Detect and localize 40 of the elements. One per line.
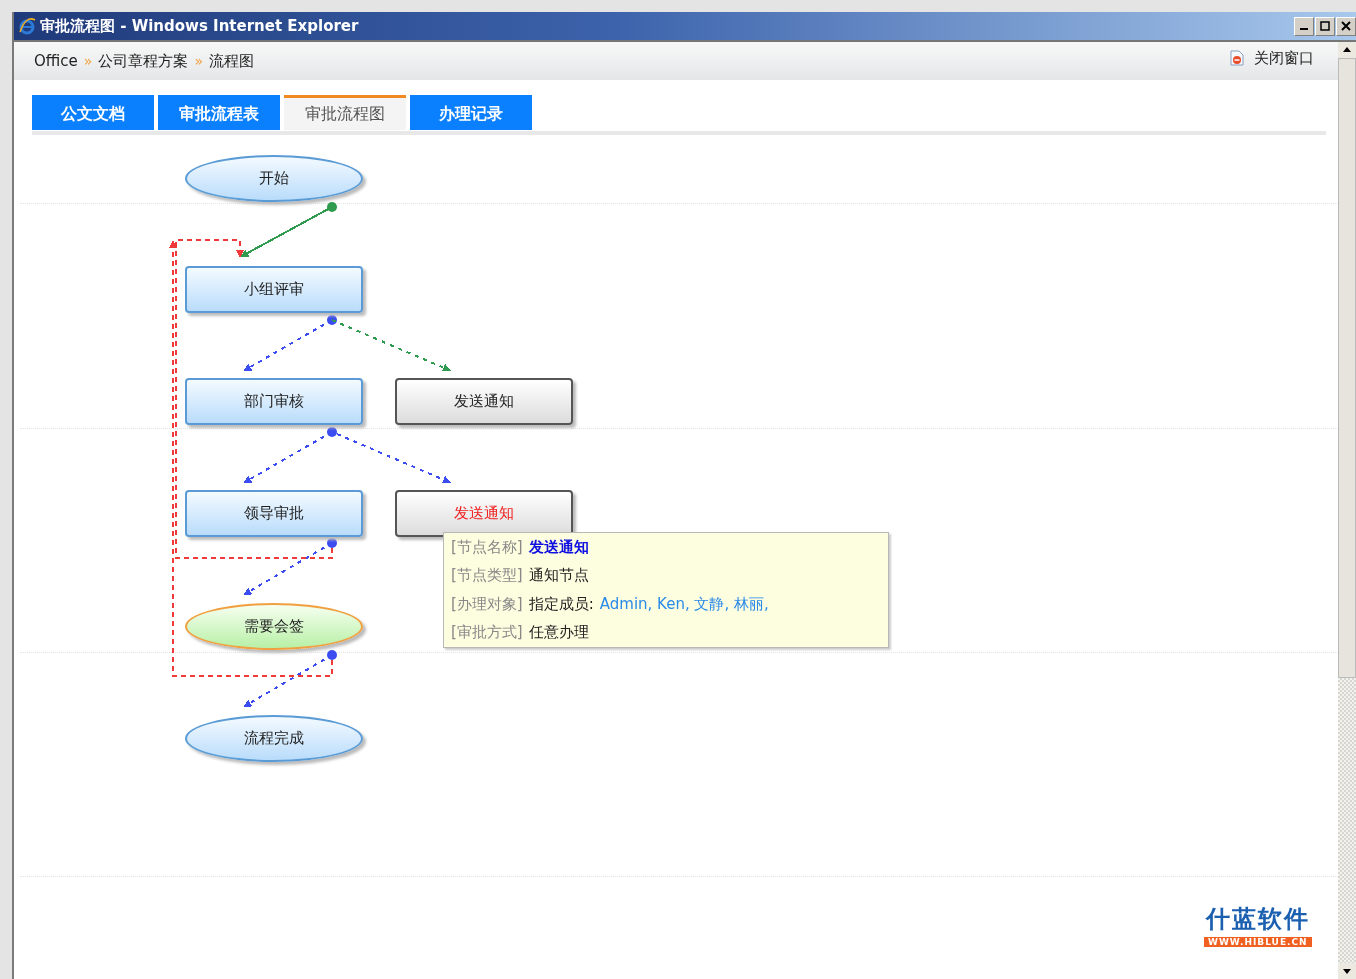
- minimize-icon: [1300, 28, 1308, 30]
- tooltip-value: 发送通知: [528, 538, 589, 557]
- tooltip-label: [节点名称]: [451, 538, 523, 557]
- tooltip-value: 任意办理: [528, 623, 589, 642]
- breadcrumb-separator: »: [83, 53, 93, 69]
- scrollbar-thumb[interactable]: [1338, 58, 1356, 678]
- tab[interactable]: 办理记录: [410, 95, 532, 130]
- tooltip-label: [审批方式]: [451, 623, 523, 642]
- breadcrumb-item[interactable]: 流程图: [208, 51, 254, 71]
- flow-step-node[interactable]: 部门审核: [185, 378, 363, 425]
- tooltip-label: [节点类型]: [451, 566, 523, 586]
- company-logo-text: 什蓝软件: [1205, 904, 1310, 935]
- close-icon: [1341, 21, 1351, 31]
- maximize-button[interactable]: [1315, 16, 1335, 36]
- document-stop-icon: [1230, 50, 1244, 66]
- flow-terminal-node[interactable]: 流程完成: [185, 715, 363, 762]
- window-title: 审批流程图 - Windows Internet Explorer: [40, 16, 359, 36]
- flow-step-node[interactable]: 发送通知: [395, 378, 573, 425]
- flow-step-node[interactable]: 领导审批: [185, 490, 363, 537]
- browser-logo-icon: [18, 17, 36, 35]
- tab[interactable]: 审批流程表: [158, 95, 280, 130]
- close-button[interactable]: [1336, 16, 1356, 36]
- maximize-icon: [1320, 21, 1330, 31]
- breadcrumb-separator: »: [194, 53, 203, 69]
- flow-step-node[interactable]: 小组评审: [185, 266, 363, 313]
- tab[interactable]: 公文文档: [32, 95, 154, 130]
- close-window-link[interactable]: 关闭窗口: [1230, 48, 1314, 68]
- minimize-button[interactable]: [1294, 16, 1314, 36]
- vertical-scrollbar[interactable]: [1338, 42, 1356, 979]
- member-list: Admin, Ken, 文静, 林丽,: [599, 594, 769, 614]
- flow-step-node[interactable]: 发送通知: [395, 490, 573, 537]
- tooltip-value: 通知节点: [528, 566, 589, 586]
- breadcrumb-item[interactable]: 公司章程方案: [98, 51, 189, 71]
- tooltip-label: [办理对象]: [451, 594, 523, 614]
- flow-terminal-node[interactable]: 需要会签: [185, 603, 363, 650]
- tab[interactable]: 审批流程图: [284, 95, 406, 130]
- flow-terminal-node[interactable]: 开始: [185, 155, 363, 202]
- breadcrumb-item[interactable]: Office: [34, 52, 78, 70]
- website-address: WWW.HIBLUE.CN: [1204, 937, 1312, 947]
- tooltip-value: 指定成员:: [528, 594, 594, 614]
